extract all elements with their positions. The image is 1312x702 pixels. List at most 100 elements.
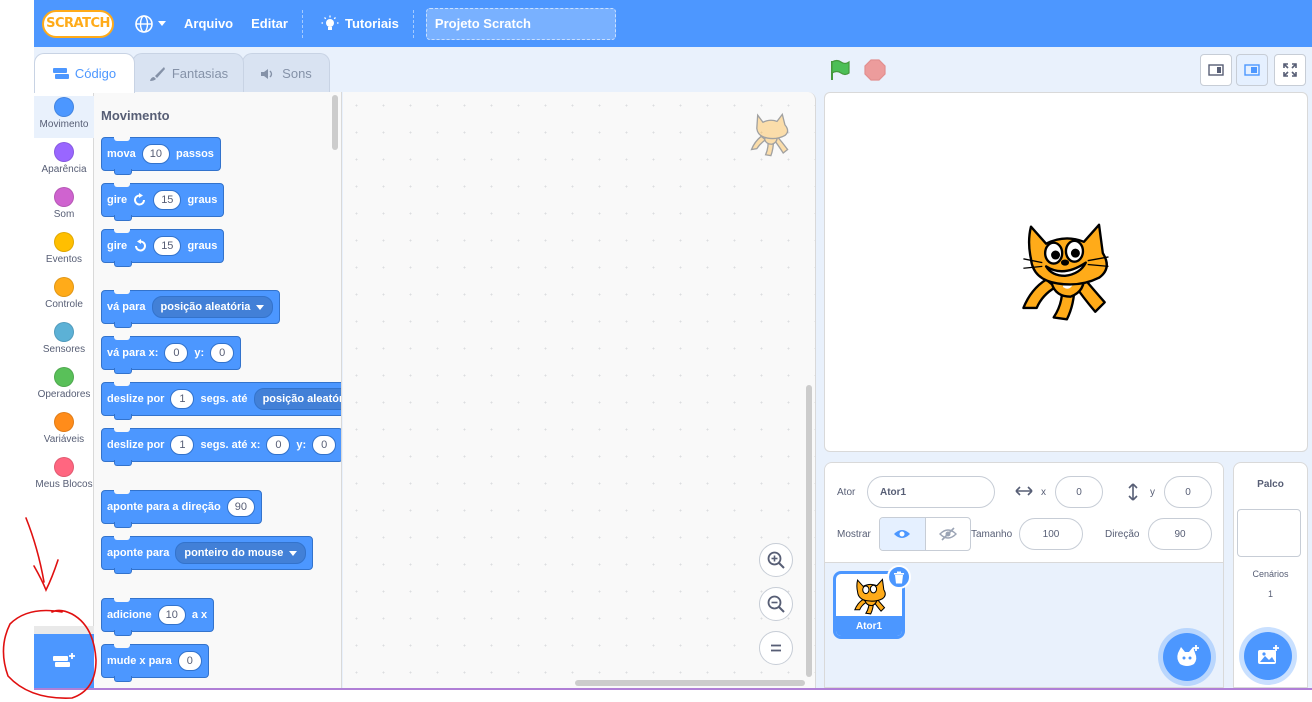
add-extension-button[interactable]	[34, 634, 94, 688]
sprite-tile-name: Ator1	[836, 616, 902, 636]
category-motion[interactable]: Movimento	[34, 96, 94, 138]
stop-icon[interactable]	[864, 59, 886, 81]
speaker-icon	[261, 68, 273, 79]
cat-sprite-icon[interactable]	[1013, 221, 1117, 325]
block-glide-xy[interactable]: deslize por 1 segs. até x: 0 y: 0	[101, 428, 341, 466]
category-sound[interactable]: Som	[34, 187, 94, 220]
caret-down-icon	[289, 550, 298, 556]
block-input[interactable]: 10	[157, 605, 186, 625]
block-input[interactable]: 15	[153, 236, 182, 256]
sprite-name-label: Ator	[837, 487, 856, 498]
tutorials-label: Tutoriais	[344, 16, 399, 31]
block-dropdown[interactable]: posição aleatória	[253, 388, 341, 410]
block-move-steps[interactable]: mova 10 passos	[101, 137, 221, 175]
zoom-out-button[interactable]	[759, 587, 793, 621]
block-turn-left[interactable]: gire 15 graus	[101, 229, 225, 267]
show-button[interactable]	[880, 518, 926, 550]
brush-icon	[149, 66, 165, 81]
stage-thumbnail[interactable]	[1237, 509, 1301, 557]
fullscreen-button[interactable]	[1274, 54, 1306, 86]
tab-code[interactable]: Código	[34, 53, 135, 93]
code-vertical-scrollbar[interactable]	[806, 385, 812, 677]
zoom-in-icon	[767, 551, 785, 569]
scratch-logo[interactable]: SCRATCH	[42, 9, 114, 38]
project-title-input[interactable]: Projeto Scratch	[425, 7, 616, 40]
small-stage-button[interactable]	[1200, 54, 1232, 86]
block-palette: Movimento mova 10 passos gire 15 graus g…	[94, 92, 342, 688]
block-input[interactable]: 10	[141, 144, 170, 164]
stage-canvas[interactable]	[824, 92, 1308, 452]
language-menu[interactable]	[134, 14, 166, 34]
block-dropdown[interactable]: ponteiro do mouse	[175, 542, 307, 564]
tab-sounds[interactable]: Sons	[242, 53, 330, 93]
equals-icon	[771, 644, 781, 652]
category-sensing[interactable]: Sensores	[34, 322, 94, 355]
category-label: Variáveis	[43, 434, 85, 445]
code-blocks-icon	[52, 67, 69, 79]
rotate-right-icon	[134, 193, 146, 206]
block-dropdown[interactable]: posição aleatória	[151, 296, 274, 318]
add-backdrop-button[interactable]	[1244, 632, 1292, 680]
size-input[interactable]: 100	[1019, 518, 1083, 550]
large-stage-button[interactable]	[1236, 54, 1268, 86]
block-input[interactable]: 90	[226, 497, 255, 517]
horizontal-arrows-icon	[1015, 486, 1033, 496]
y-input[interactable]: 0	[1164, 476, 1212, 508]
category-dot	[54, 367, 74, 387]
category-variables[interactable]: Variáveis	[34, 412, 94, 445]
palette-category-title: Movimento	[101, 108, 170, 123]
rotate-left-icon	[135, 239, 147, 252]
globe-icon	[135, 14, 153, 33]
code-area[interactable]	[343, 92, 816, 688]
block-input[interactable]: 1	[170, 435, 195, 455]
block-change-x[interactable]: adicione 10 a x	[101, 598, 215, 636]
block-input-x[interactable]: 0	[266, 435, 291, 455]
block-point-direction[interactable]: aponte para a direção 90	[101, 490, 262, 528]
direction-input[interactable]: 90	[1148, 518, 1212, 550]
trash-icon	[894, 571, 904, 583]
block-input[interactable]: 15	[153, 190, 182, 210]
code-horizontal-scrollbar[interactable]	[575, 680, 805, 686]
file-menu[interactable]: Arquivo	[184, 16, 233, 31]
tutorials-menu[interactable]: Tutoriais	[321, 15, 399, 33]
block-text: a x	[191, 609, 208, 621]
block-input-x[interactable]: 0	[164, 343, 189, 363]
category-my-blocks[interactable]: Meus Blocos	[34, 457, 94, 490]
block-point-towards[interactable]: aponte para ponteiro do mouse	[101, 536, 314, 574]
block-text: aponte para	[107, 547, 170, 559]
x-input[interactable]: 0	[1055, 476, 1103, 508]
sprite-name-input[interactable]: Ator1	[867, 476, 995, 508]
vertical-arrows-icon	[1128, 483, 1138, 501]
tab-costumes[interactable]: Fantasias	[132, 53, 244, 93]
category-control[interactable]: Controle	[34, 277, 94, 310]
category-dot	[54, 277, 74, 297]
palette-scrollbar[interactable]	[332, 95, 338, 150]
block-input[interactable]: 1	[170, 389, 195, 409]
backdrops-label: Cenários	[1252, 569, 1289, 579]
block-goto-xy[interactable]: vá para x: 0 y: 0	[101, 336, 242, 374]
block-text: vá para	[107, 301, 146, 313]
hide-button[interactable]	[926, 518, 971, 550]
add-sprite-icon	[1177, 645, 1199, 666]
zoom-reset-button[interactable]	[759, 631, 793, 665]
menu-separator	[301, 9, 303, 38]
block-text: gire	[107, 240, 128, 252]
block-input-y[interactable]: 0	[210, 343, 235, 363]
add-sprite-button[interactable]	[1163, 633, 1211, 681]
block-input[interactable]: 0	[177, 651, 202, 671]
block-glide-to[interactable]: deslize por 1 segs. até posição aleatóri…	[101, 382, 341, 420]
category-operators[interactable]: Operadores	[34, 367, 94, 400]
green-flag-icon[interactable]	[828, 58, 852, 82]
block-text: gire	[107, 194, 128, 206]
dropdown-value: ponteiro do mouse	[184, 547, 284, 559]
category-events[interactable]: Eventos	[34, 232, 94, 265]
block-goto[interactable]: vá para posição aleatória	[101, 290, 281, 328]
zoom-in-button[interactable]	[759, 543, 793, 577]
category-looks[interactable]: Aparência	[34, 142, 94, 175]
block-input-y[interactable]: 0	[312, 435, 337, 455]
block-set-x[interactable]: mude x para 0	[101, 644, 209, 682]
delete-sprite-button[interactable]	[887, 565, 911, 589]
block-turn-right[interactable]: gire 15 graus	[101, 183, 225, 221]
block-text: y:	[296, 439, 307, 451]
edit-menu[interactable]: Editar	[251, 16, 288, 31]
